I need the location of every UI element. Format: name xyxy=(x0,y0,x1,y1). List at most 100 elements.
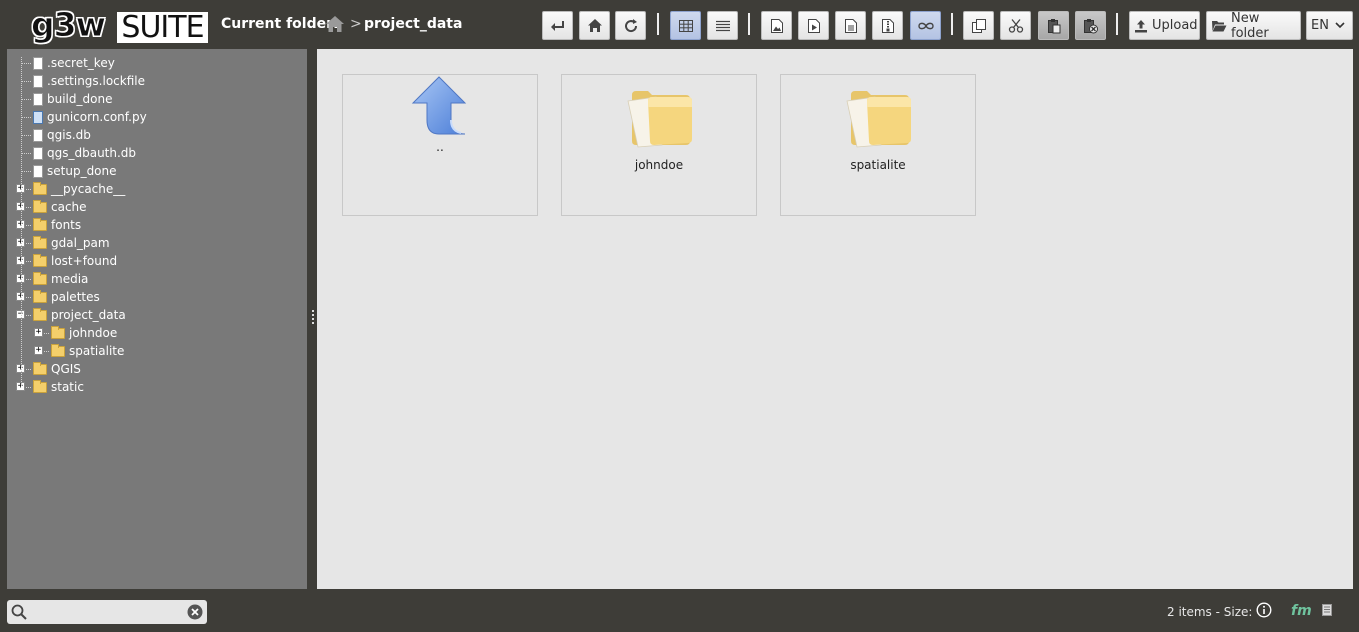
tree-connector xyxy=(21,99,31,100)
fm-brand[interactable]: fm xyxy=(1291,603,1312,619)
tree-item-label: project_data xyxy=(51,308,126,322)
toolbar-divider xyxy=(657,13,659,35)
language-select[interactable]: EN xyxy=(1306,11,1353,40)
image-filter-button[interactable] xyxy=(761,11,792,40)
upload-button[interactable]: Upload xyxy=(1129,11,1200,40)
tree-connector xyxy=(21,81,31,82)
tree-folder-item[interactable]: __pycache__ xyxy=(33,180,125,198)
tile-folder-spatialite[interactable]: spatialite xyxy=(780,74,976,216)
paste-button[interactable] xyxy=(1038,11,1069,40)
folder-icon xyxy=(51,343,65,357)
status-summary: 2 items - Size: xyxy=(1167,605,1253,619)
video-filter-button[interactable] xyxy=(798,11,829,40)
new-folder-button[interactable]: New folder xyxy=(1206,11,1301,41)
tree-item-label: johndoe xyxy=(69,326,118,340)
folder-icon xyxy=(33,271,47,285)
back-button[interactable] xyxy=(542,11,573,40)
tree-file-item[interactable]: gunicorn.conf.py xyxy=(33,108,147,126)
up-arrow-icon xyxy=(409,76,469,141)
tree-item-label: lost+found xyxy=(51,254,118,268)
list-view-icon xyxy=(715,20,731,32)
tree-folder-item[interactable]: project_data xyxy=(33,306,126,324)
image-filter-icon xyxy=(770,18,784,34)
tree-folder-item[interactable]: cache xyxy=(33,198,87,216)
tree-item-label: qgs_dbauth.db xyxy=(47,146,137,160)
folder-tree: .secret_key .settings.lockfile build_doneg… xyxy=(7,49,307,589)
info-icon[interactable] xyxy=(1256,602,1272,618)
tree-folder-item[interactable]: palettes xyxy=(33,288,100,306)
tree-file-item[interactable]: build_done xyxy=(33,90,112,108)
folder-icon xyxy=(626,83,694,154)
home-button[interactable] xyxy=(579,11,610,40)
all-filter-button[interactable] xyxy=(910,11,941,40)
cut-button[interactable] xyxy=(1000,11,1031,40)
tree-item-label: static xyxy=(51,380,84,394)
tile-folder-johndoe[interactable]: johndoe xyxy=(561,74,757,216)
tree-folder-item[interactable]: spatialite xyxy=(51,342,124,360)
document-filter-button[interactable] xyxy=(835,11,866,40)
document-filter-icon xyxy=(844,18,858,34)
breadcrumb-separator: > xyxy=(350,16,362,32)
tree-connector xyxy=(21,135,31,136)
clear-clipboard-button[interactable] xyxy=(1075,11,1106,40)
tree-item-label: setup_done xyxy=(47,164,117,178)
back-icon xyxy=(550,19,566,33)
refresh-button[interactable] xyxy=(615,11,646,40)
file-icon xyxy=(33,92,43,106)
tree-file-item[interactable]: qgis.db xyxy=(33,126,91,144)
tree-folder-item[interactable]: static xyxy=(33,378,84,396)
tree-connector xyxy=(21,153,31,154)
upload-label: Upload xyxy=(1152,18,1198,33)
folder-icon xyxy=(33,217,47,231)
tree-file-item[interactable]: .settings.lockfile xyxy=(33,72,145,90)
toolbar-divider xyxy=(951,13,953,35)
copy-button[interactable] xyxy=(963,11,994,40)
tile-label: johndoe xyxy=(634,158,684,172)
tree-item-label: cache xyxy=(51,200,87,214)
tree-file-item[interactable]: qgs_dbauth.db xyxy=(33,144,136,162)
document-icon xyxy=(1322,604,1332,616)
folder-icon xyxy=(33,253,47,267)
splitter-grip[interactable] xyxy=(312,310,314,324)
search-icon xyxy=(11,604,27,623)
tree-folder-item[interactable]: fonts xyxy=(33,216,81,234)
tile-label: spatialite xyxy=(850,158,906,172)
tree-folder-item[interactable]: lost+found xyxy=(33,252,117,270)
tree-connector xyxy=(21,63,31,64)
grid-view-button[interactable] xyxy=(670,11,701,40)
app-logo[interactable]: g3w SUITE xyxy=(31,5,208,44)
expand-icon[interactable]: + xyxy=(34,328,43,337)
clear-search-icon[interactable] xyxy=(187,604,203,623)
tree-folder-item[interactable]: johndoe xyxy=(51,324,117,342)
tree-file-item[interactable]: .secret_key xyxy=(33,54,115,72)
header: g3w SUITE Current folder: > project_data xyxy=(0,0,1359,48)
tree-item-label: qgis.db xyxy=(47,128,91,142)
search-input[interactable] xyxy=(33,602,183,622)
breadcrumb-home-icon[interactable] xyxy=(325,15,345,33)
file-grid: .. johndoe spatialite xyxy=(317,49,1353,589)
folder-open-icon xyxy=(1211,19,1227,32)
toolbar-divider xyxy=(1116,13,1118,35)
scissors-icon xyxy=(1008,18,1024,34)
archive-filter-icon xyxy=(881,18,895,34)
tree-item-label: build_done xyxy=(47,92,113,106)
tree-item-label: spatialite xyxy=(69,344,125,358)
tree-folder-item[interactable]: QGIS xyxy=(33,360,81,378)
tile-parent-folder[interactable]: .. xyxy=(342,74,538,216)
logo-g3w-text: g3w xyxy=(31,5,107,44)
breadcrumb-current-folder[interactable]: project_data xyxy=(364,16,462,32)
tree-file-item[interactable]: setup_done xyxy=(33,162,117,180)
search-box xyxy=(7,600,207,624)
expand-icon[interactable]: + xyxy=(34,346,43,355)
paste-icon xyxy=(1047,18,1061,34)
tree-folder-item[interactable]: gdal_pam xyxy=(33,234,110,252)
file-icon xyxy=(33,74,43,88)
archive-filter-button[interactable] xyxy=(872,11,903,40)
list-view-button[interactable] xyxy=(707,11,738,40)
file-icon xyxy=(33,128,43,142)
video-filter-icon xyxy=(807,18,821,34)
tree-folder-item[interactable]: media xyxy=(33,270,88,288)
tile-label: .. xyxy=(436,140,444,154)
copy-icon xyxy=(971,18,987,34)
toolbar-divider xyxy=(748,13,750,35)
